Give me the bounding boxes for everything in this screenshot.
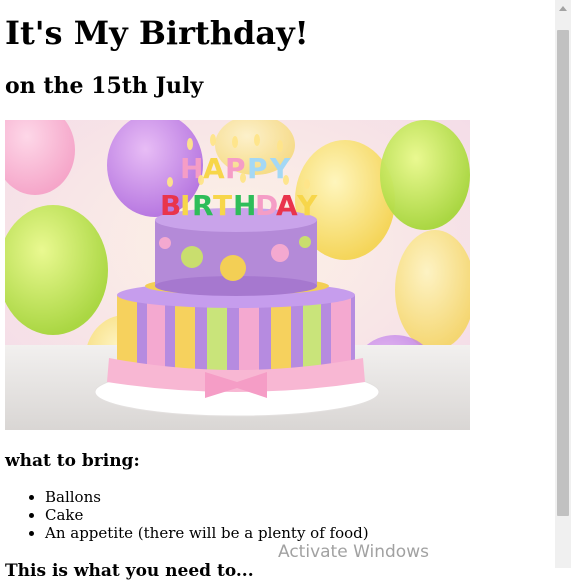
svg-text:P: P <box>247 152 268 185</box>
svg-text:B: B <box>160 189 181 222</box>
scrollbar-thumb[interactable] <box>557 30 569 516</box>
activate-windows-watermark: Activate Windows <box>278 542 429 562</box>
scroll-up-button[interactable] <box>555 0 571 16</box>
chevron-up-icon <box>559 5 567 11</box>
svg-text:I: I <box>180 189 190 222</box>
vertical-scrollbar[interactable] <box>555 0 571 568</box>
next-section-heading: This is what you need to... <box>5 561 254 581</box>
birthday-cake-image: H A P P Y B I R T H D A Y <box>5 120 470 430</box>
page-title: It's My Birthday! <box>5 14 309 52</box>
page-subtitle: on the 15th July <box>5 73 204 99</box>
svg-text:A: A <box>203 152 225 185</box>
svg-text:T: T <box>213 189 232 222</box>
svg-text:Y: Y <box>296 189 318 222</box>
bring-heading: what to bring: <box>5 451 140 471</box>
list-item: Cake <box>45 506 369 524</box>
page-content: It's My Birthday! on the 15th July H A P… <box>0 0 555 581</box>
svg-text:H: H <box>233 189 256 222</box>
svg-text:D: D <box>255 189 278 222</box>
list-item: Ballons <box>45 488 369 506</box>
svg-text:A: A <box>276 189 298 222</box>
svg-text:R: R <box>192 189 214 222</box>
list-item: An appetite (there will be a plenty of f… <box>45 524 369 542</box>
bring-list: Ballons Cake An appetite (there will be … <box>0 488 369 542</box>
